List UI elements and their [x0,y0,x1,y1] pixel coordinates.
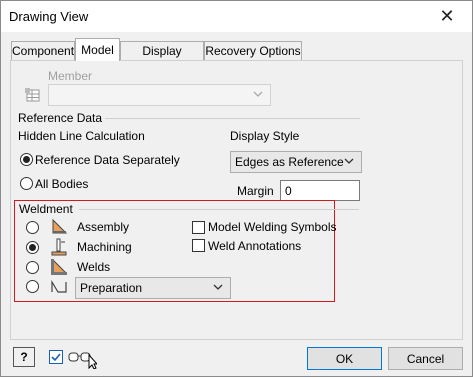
chevron-down-icon [344,158,354,164]
assembly-weld-icon [50,218,68,236]
weld-welds-radio[interactable] [26,261,39,274]
chevron-down-icon [213,284,223,290]
weldment-divider [79,209,359,210]
weld-annotations-label: Weld Annotations [208,239,302,253]
weld-assembly-label: Assembly [77,220,130,234]
weld-preparation-radio[interactable] [26,280,39,293]
reference-data-divider [105,118,360,119]
member-table-icon [25,87,41,103]
reference-separately-radio[interactable] [20,153,33,166]
glasses-preview-icon[interactable] [67,347,99,370]
display-style-value: Edges as Reference [235,155,344,169]
margin-value: 0 [285,184,292,198]
reference-separately-label: Reference Data Separately [35,153,180,167]
weld-machining-label: Machining [77,240,132,254]
ok-label: OK [335,352,354,366]
member-label: Member [48,69,93,83]
weldment-title: Weldment [19,202,73,216]
weld-stage-value: Preparation [80,281,143,295]
cancel-button[interactable]: Cancel [388,347,463,370]
weld-machining-radio[interactable] [26,241,39,254]
preview-checkbox-icon[interactable] [49,350,63,364]
preparation-weld-icon [50,277,68,295]
machining-weld-icon [50,238,68,256]
chevron-down-icon [253,91,263,97]
cancel-label: Cancel [406,352,445,366]
weld-annotations-checkbox[interactable] [192,239,205,252]
margin-label: Margin [237,184,274,198]
margin-input[interactable]: 0 [280,180,360,201]
all-bodies-label: All Bodies [35,177,89,191]
model-welding-symbols-label: Model Welding Symbols [208,220,337,234]
help-label: ? [20,350,28,364]
hidden-line-title: Hidden Line Calculation [18,129,145,143]
model-welding-symbols-checkbox[interactable] [192,221,205,234]
display-style-title: Display Style [230,129,300,143]
weld-assembly-radio[interactable] [26,221,39,234]
drawing-view-dialog: Drawing View ✕ Component Model Display O… [0,0,473,377]
welds-icon [50,258,68,276]
weld-welds-label: Welds [77,260,111,274]
help-button[interactable]: ? [13,347,35,367]
all-bodies-radio[interactable] [20,177,33,190]
member-select[interactable] [48,84,271,106]
weld-stage-select[interactable]: Preparation [75,277,231,299]
ok-button[interactable]: OK [307,347,382,370]
reference-data-title: Reference Data [18,111,103,125]
display-style-select[interactable]: Edges as Reference [230,151,362,173]
